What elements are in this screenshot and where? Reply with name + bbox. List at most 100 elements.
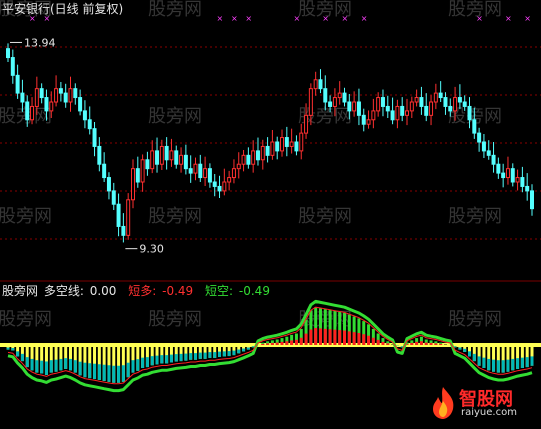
candle-body <box>59 89 62 93</box>
hist-bar-neg-inner <box>64 358 67 369</box>
hist-bar-pos-inner <box>276 343 279 345</box>
candle-body <box>165 146 168 159</box>
hist-bar-pos-inner <box>295 340 298 345</box>
chart-stage: 股旁网股旁网股旁网股旁网股旁网股旁网股旁网股旁网股旁网股旁网股旁网股旁网股旁网股… <box>0 0 541 425</box>
candle-body <box>449 106 452 110</box>
candle-body <box>156 151 159 164</box>
watermark-text: 股旁网 <box>148 206 202 227</box>
candle-body <box>338 93 341 97</box>
hist-bar-neg-inner <box>506 360 509 372</box>
high-label: 13.94 <box>24 36 56 49</box>
candle-body <box>232 169 235 178</box>
hist-bar-pos-inner <box>338 330 341 345</box>
hist-bar-neg-inner <box>103 365 106 381</box>
candle-body <box>502 173 505 177</box>
hist-bar-neg-inner <box>45 361 48 374</box>
candle-body <box>377 98 380 111</box>
hist-bar-neg-inner <box>112 366 115 383</box>
watermark-text: 股旁网 <box>0 206 52 227</box>
candle-body <box>386 106 389 110</box>
hist-bar-neg-inner <box>175 354 178 361</box>
hist-bar-neg-inner <box>117 366 120 383</box>
candle-body <box>478 133 481 142</box>
candle-body <box>64 93 67 102</box>
hist-bar-neg-inner <box>59 359 62 370</box>
candle-body <box>372 111 375 120</box>
candle-body <box>141 160 144 182</box>
candle-body <box>305 115 308 133</box>
candle-body <box>420 98 423 107</box>
hist-bar-pos-inner <box>367 336 370 345</box>
candle-body <box>98 146 101 164</box>
signal-marker: × <box>231 14 238 23</box>
hist-bar-neg-inner <box>218 352 221 357</box>
candle-body <box>127 200 130 236</box>
hist-bar-neg-inner <box>35 360 38 372</box>
candle-body <box>285 138 288 147</box>
candle-body <box>333 98 336 107</box>
hist-bar-pos-inner <box>271 343 274 345</box>
hist-bar-neg-inner <box>458 348 461 350</box>
candle-body <box>343 93 346 102</box>
candle-body <box>439 93 442 97</box>
candle-body <box>247 155 250 164</box>
candle-body <box>468 106 471 119</box>
candle-body <box>487 151 490 155</box>
signal-marker: × <box>361 14 368 23</box>
hist-bar-neg-inner <box>208 352 211 358</box>
hist-bar-neg-inner <box>223 351 226 356</box>
hist-bar-neg-inner <box>184 354 187 361</box>
hist-bar-neg-inner <box>189 353 192 360</box>
candle-body <box>521 178 524 187</box>
candle-body <box>131 169 134 200</box>
candle-body <box>444 98 447 107</box>
hist-bar-pos-inner <box>266 343 269 345</box>
candle-body <box>401 106 404 115</box>
hist-bar-pos-inner <box>319 328 322 345</box>
hist-bar-neg-inner <box>511 359 514 370</box>
candle-body <box>314 80 317 89</box>
candle-body <box>516 178 519 182</box>
candle-body <box>252 151 255 164</box>
candle-body <box>410 102 413 111</box>
site-logo: 智股网 raiyue.com <box>429 383 537 423</box>
hist-bar-neg-inner <box>156 356 159 365</box>
line1-value: 0.00 <box>90 284 117 298</box>
candle-body <box>103 164 106 177</box>
candle-body <box>26 102 29 120</box>
hist-bar-neg-inner <box>55 360 58 372</box>
hist-bar-neg-inner <box>160 355 163 363</box>
hist-bar-neg-inner <box>50 360 53 372</box>
candle-body <box>50 102 53 111</box>
hist-bar-neg-inner <box>170 355 173 363</box>
chart-title: 平安银行(日线 前复权) <box>2 2 123 16</box>
hist-bar-pos-inner <box>381 342 384 345</box>
signal-marker: × <box>476 14 483 23</box>
candle-body <box>506 169 509 178</box>
candle-body <box>300 133 303 151</box>
hist-bar-neg-inner <box>88 363 91 378</box>
hist-bar-pos-inner <box>324 329 327 345</box>
hist-bar-neg-inner <box>151 356 154 365</box>
candle-body <box>482 142 485 151</box>
hist-bar-neg-inner <box>526 357 529 367</box>
line1-label: 多空线: <box>44 284 84 298</box>
candle-body <box>511 169 514 182</box>
hist-bar-neg-inner <box>204 353 207 359</box>
hist-bar-neg-inner <box>141 358 144 368</box>
candle-body <box>199 164 202 177</box>
candle-body <box>367 120 370 124</box>
logo-url: raiyue.com <box>461 407 517 418</box>
hist-bar-neg-inner <box>497 360 500 372</box>
candle-body <box>276 142 279 151</box>
candle-body <box>492 155 495 164</box>
hist-bar-neg-inner <box>107 365 110 382</box>
candle-body <box>79 98 82 111</box>
candle-body <box>434 93 437 102</box>
candle-body <box>31 106 34 119</box>
candle-body <box>7 49 10 58</box>
candle-body <box>526 186 529 190</box>
hist-bar-pos-inner <box>261 344 264 345</box>
hist-bar-pos-inner <box>329 329 332 345</box>
hist-bar-pos-inner <box>420 341 423 345</box>
